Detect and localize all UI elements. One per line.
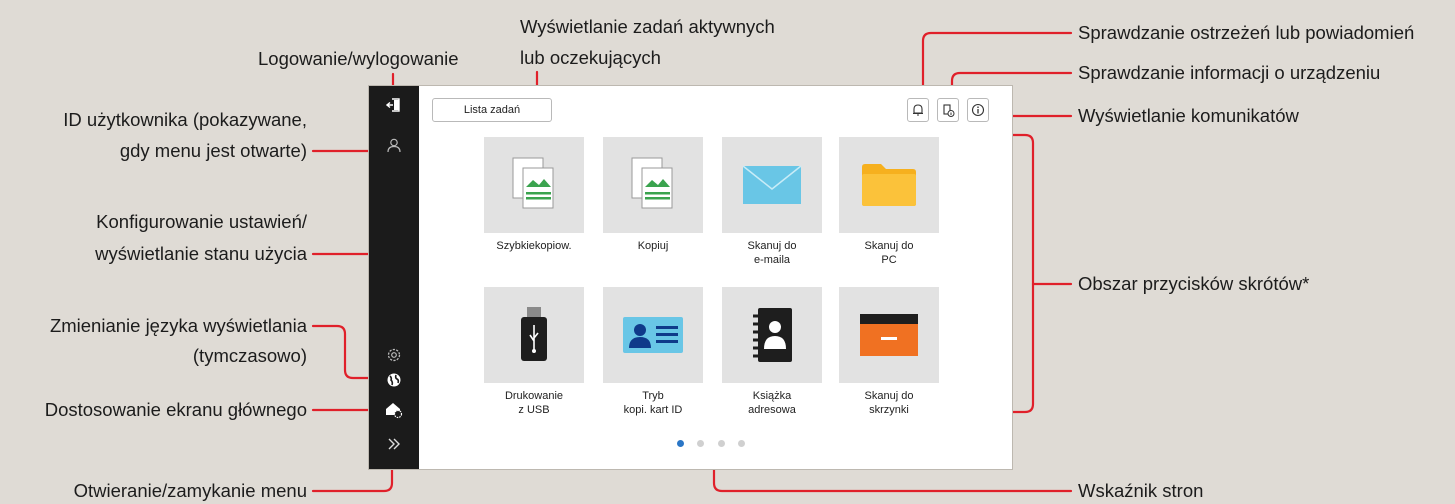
tile-label: Kopiuj	[637, 240, 669, 252]
tile-label: Skanuj do skrzynki	[864, 390, 914, 416]
tile-scan-to-pc[interactable]: Skanuj do PC	[839, 137, 939, 267]
page-dot-4[interactable]	[738, 440, 745, 447]
callout-device-info: Sprawdzanie informacji o urządzeniu	[1078, 62, 1381, 83]
tile-label: Książka adresowa	[748, 390, 796, 416]
callout-settings-line2: wyświetlanie stanu użycia	[95, 243, 307, 264]
copy-document-icon	[484, 137, 584, 233]
sidebar	[369, 86, 419, 469]
box-tray-icon	[839, 287, 939, 383]
bell-icon[interactable]	[907, 98, 929, 122]
user-icon[interactable]	[369, 134, 419, 156]
callout-shortcuts: Obszar przycisków skrótów*	[1078, 273, 1310, 294]
callout-menu: Otwieranie/zamykanie menu	[73, 480, 307, 501]
callout-customize: Dostosowanie ekranu głównego	[44, 399, 307, 420]
page-dot-1[interactable]	[677, 440, 684, 447]
id-card-icon	[603, 287, 703, 383]
callout-jobs-line1: Wyświetlanie zadań aktywnych	[520, 16, 775, 37]
callout-language-line1: Zmienianie języka wyświetlania	[49, 315, 307, 336]
page-dot-3[interactable]	[718, 440, 725, 447]
tile-copy[interactable]: Kopiuj	[603, 137, 703, 253]
tile-quick-copy[interactable]: Szybkiekopiow.	[484, 137, 584, 253]
page-dot-2[interactable]	[697, 440, 704, 447]
tile-label: Tryb kopi. kart ID	[623, 390, 683, 416]
callout-language-line2: (tymczasowo)	[192, 345, 307, 366]
tile-label: Skanuj do e-maila	[747, 240, 797, 266]
callout-login: Logowanie/wylogowanie	[258, 48, 459, 69]
chevron-double-right-icon[interactable]	[369, 433, 419, 455]
home-settings-icon[interactable]	[369, 399, 419, 421]
folder-icon	[839, 137, 939, 233]
copy-document-icon	[603, 137, 703, 233]
info-icon[interactable]	[967, 98, 989, 122]
tile-label: Drukowanie z USB	[504, 390, 564, 416]
callout-pages: Wskaźnik stron	[1078, 480, 1204, 501]
logout-icon[interactable]	[369, 94, 419, 116]
usb-drive-icon	[484, 287, 584, 383]
globe-icon[interactable]	[369, 369, 419, 391]
tile-label: Szybkiekopiow.	[496, 240, 572, 252]
tile-print-usb[interactable]: Drukowanie z USB	[484, 287, 584, 417]
tile-scan-to-box[interactable]: Skanuj do skrzynki	[839, 287, 939, 417]
tile-scan-to-email[interactable]: Skanuj do e-maila	[722, 137, 822, 267]
callout-jobs-line2: lub oczekujących	[520, 47, 661, 68]
job-list-button[interactable]: Lista zadań	[432, 98, 552, 122]
tile-id-card-copy[interactable]: Tryb kopi. kart ID	[603, 287, 703, 417]
address-book-icon	[722, 287, 822, 383]
envelope-icon	[722, 137, 822, 233]
tile-label: Skanuj do PC	[864, 240, 914, 266]
tile-address-book[interactable]: Książka adresowa	[722, 287, 822, 417]
callout-userid-line1: ID użytkownika (pokazywane,	[63, 109, 307, 130]
callout-alerts: Sprawdzanie ostrzeżeń lub powiadomień	[1078, 22, 1415, 43]
device-info-icon[interactable]	[937, 98, 959, 122]
callout-messages: Wyświetlanie komunikatów	[1078, 105, 1299, 126]
callout-userid-line2: gdy menu jest otwarte)	[119, 140, 307, 161]
gear-icon[interactable]	[369, 344, 419, 366]
callout-settings-line1: Konfigurowanie ustawień/	[96, 211, 307, 232]
